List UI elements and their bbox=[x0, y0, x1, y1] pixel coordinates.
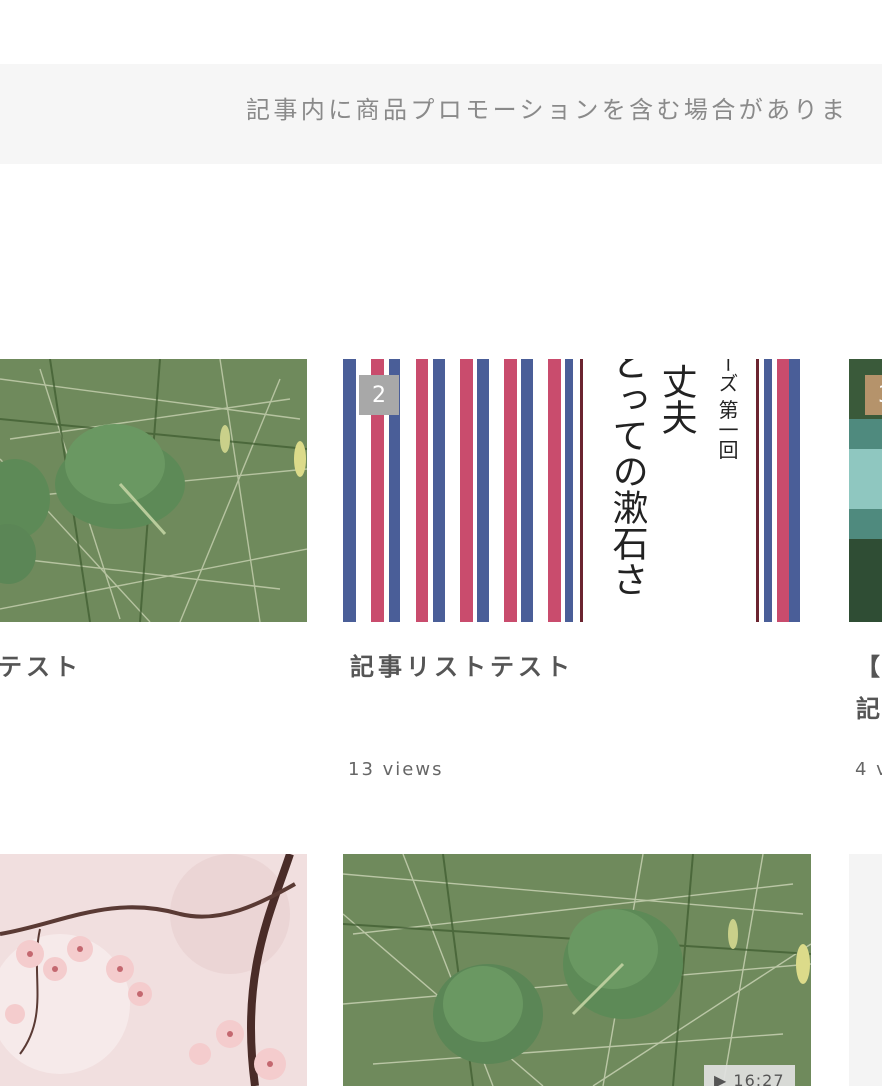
rank-badge: 2 bbox=[359, 375, 399, 415]
rank-badge: 3 bbox=[865, 375, 882, 415]
view-count: 4 v bbox=[855, 759, 882, 780]
poster-text-col3: とっての漱石さ bbox=[607, 359, 647, 597]
thumbnail-cherry-blossom[interactable] bbox=[0, 854, 307, 1086]
thumbnail-grass[interactable] bbox=[0, 359, 307, 622]
article-title-line2[interactable]: 記 bbox=[856, 688, 882, 730]
promo-notice: 記事内に商品プロモーションを含む場合がありま bbox=[246, 96, 849, 124]
thumbnail-soseki-poster[interactable]: ーズ 第一回 丈夫 とっての漱石さ 2 bbox=[343, 359, 800, 622]
poster-text-col2: 丈夫 bbox=[655, 363, 697, 435]
article-title[interactable]: 記事リストテスト bbox=[350, 646, 574, 688]
thumbnail-grass-video[interactable]: ▶ 16:27 bbox=[343, 854, 811, 1086]
view-count: 13 views bbox=[348, 759, 444, 780]
thumbnail-river[interactable]: 3 bbox=[849, 359, 882, 622]
article-title[interactable]: 【 bbox=[856, 646, 882, 688]
video-duration-badge: ▶ 16:27 bbox=[704, 1065, 795, 1086]
article-title[interactable]: テスト bbox=[0, 646, 82, 688]
poster-text-col1: ーズ 第一回 bbox=[715, 359, 739, 460]
thumbnail-placeholder[interactable] bbox=[849, 854, 882, 1086]
